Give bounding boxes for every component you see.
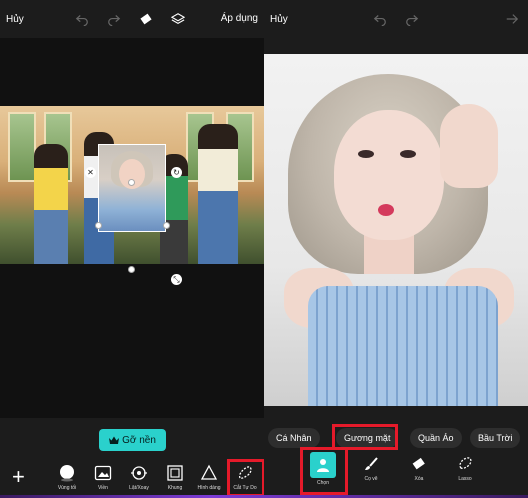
add-icon[interactable]: + — [12, 466, 25, 488]
tool-lasso[interactable]: Lasso — [448, 456, 482, 482]
remove-background-label: Gỡ nền — [122, 434, 156, 446]
right-cancel-button[interactable]: Hủy — [270, 14, 288, 25]
right-top-icons — [372, 0, 420, 38]
crown-icon — [109, 436, 120, 444]
rotate-icon[interactable]: ↻ — [171, 167, 182, 178]
chip-clothes[interactable]: Quần Áo — [410, 428, 462, 448]
next-arrow-icon[interactable] — [504, 11, 520, 27]
tool-border[interactable]: Viền — [86, 464, 120, 491]
tool-shadow[interactable]: Vùng tối — [50, 464, 84, 491]
cancel-button[interactable]: Hủy — [6, 14, 24, 25]
left-top-bar: Hủy Áp dụng — [0, 0, 264, 38]
tool-brush[interactable]: Cọ vẽ — [354, 456, 388, 482]
resize-handle-right[interactable] — [163, 222, 170, 229]
chip-sky[interactable]: Bầu Trời — [470, 428, 521, 448]
resize-handle-top[interactable] — [128, 179, 135, 186]
flip-rotate-icon — [130, 464, 148, 482]
shadow-icon — [58, 464, 76, 482]
portrait-photo — [264, 54, 528, 406]
tool-flip-rotate[interactable]: Lật/Xoay — [122, 464, 156, 491]
close-icon[interactable]: ✕ — [85, 167, 96, 178]
right-editor-pane: Hủy Cá Nhân Gương mặt Quần Áo Bầu Trời C… — [264, 0, 528, 498]
tool-frame[interactable]: Khung — [158, 464, 192, 491]
select-tool-highlight — [300, 447, 348, 495]
brush-icon — [363, 456, 379, 472]
redo-icon[interactable] — [106, 11, 122, 27]
left-tool-bar: + Vùng tối Viền Lật/Xoay Khung Hình dáng… — [0, 458, 264, 498]
frame-icon — [166, 464, 184, 482]
undo-icon[interactable] — [372, 11, 388, 27]
remove-background-button[interactable]: Gỡ nền — [99, 429, 166, 451]
right-top-bar: Hủy — [264, 0, 528, 38]
resize-handle-bottom[interactable] — [128, 266, 135, 273]
undo-icon[interactable] — [74, 11, 90, 27]
shape-icon — [200, 464, 218, 482]
eraser-icon — [411, 456, 427, 472]
redo-icon[interactable] — [404, 11, 420, 27]
lasso-icon — [457, 456, 473, 472]
tool-shape[interactable]: Hình dáng — [192, 464, 226, 491]
freecut-highlight — [227, 459, 264, 497]
scale-icon[interactable]: ⤡ — [171, 274, 182, 285]
chip-person[interactable]: Cá Nhân — [268, 428, 320, 448]
left-top-icons — [74, 0, 186, 38]
left-editor-pane: Hủy Áp dụng ✕ ↻ ⤡ Gỡ nền + Vùng tối Viền… — [0, 0, 264, 498]
tool-eraser[interactable]: Xóa — [402, 456, 436, 482]
resize-handle-left[interactable] — [95, 222, 102, 229]
border-icon — [94, 464, 112, 482]
apply-button[interactable]: Áp dụng — [221, 13, 258, 24]
cutout-sticker[interactable] — [98, 144, 166, 232]
right-canvas — [264, 38, 528, 416]
eraser-icon[interactable] — [138, 11, 154, 27]
layers-icon[interactable] — [170, 11, 186, 27]
